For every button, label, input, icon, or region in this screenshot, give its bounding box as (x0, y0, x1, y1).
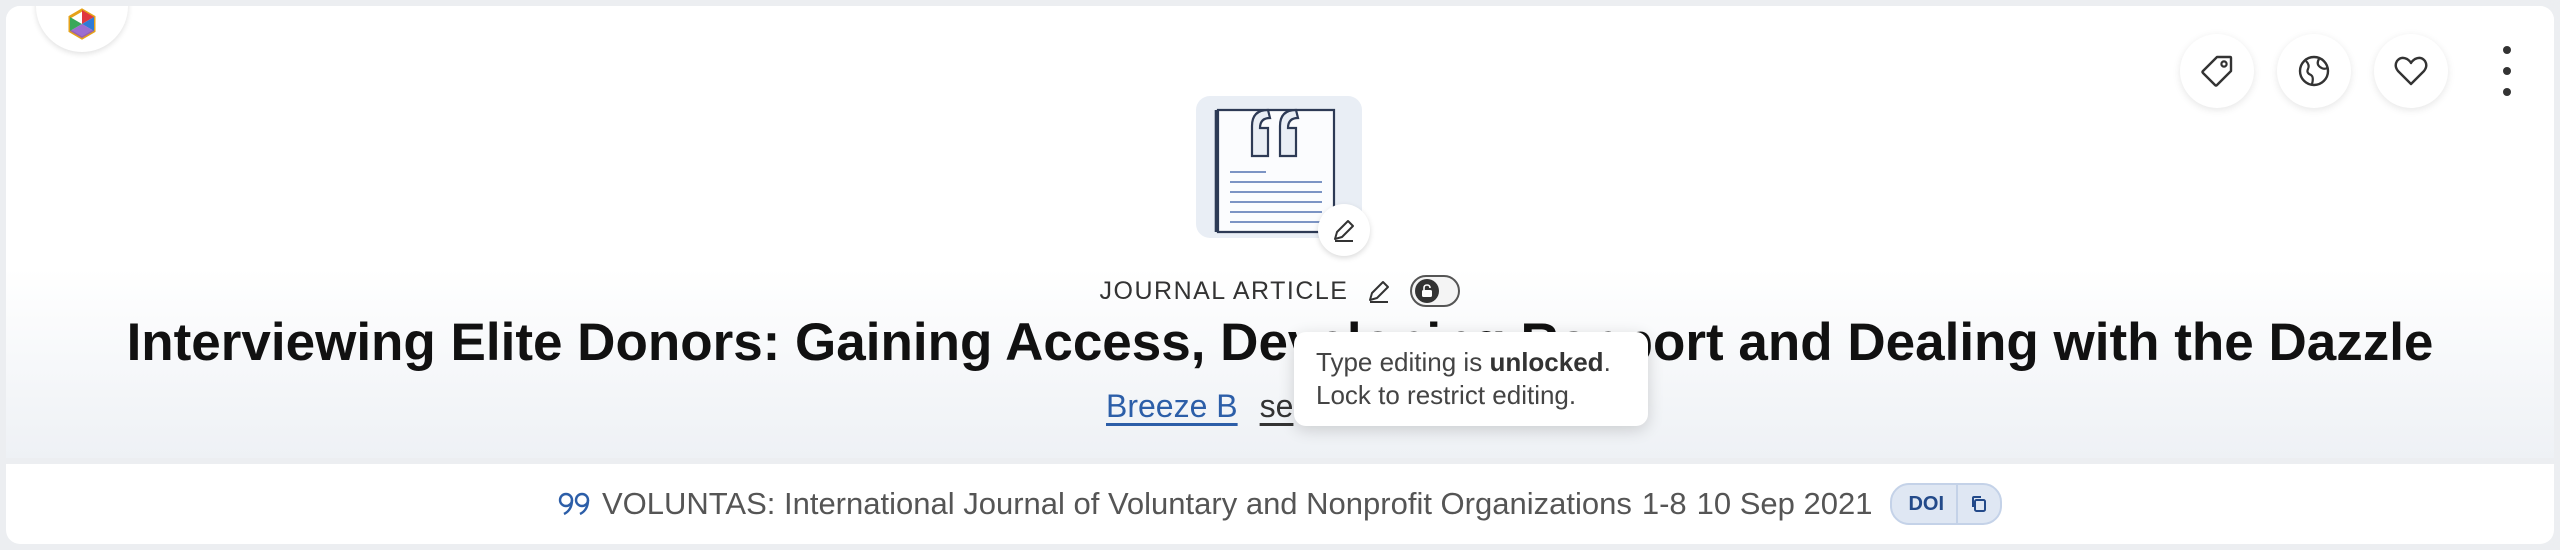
doi-label[interactable]: DOI (1892, 493, 1956, 516)
logo-icon (68, 8, 96, 40)
quote-icon (558, 492, 590, 516)
item-type-label: JOURNAL ARTICLE (1099, 276, 1349, 305)
item-title[interactable]: Interviewing Elite Donors: Gaining Acces… (6, 306, 2554, 380)
citation-row: VOLUNTAS: International Journal of Volun… (6, 464, 2554, 544)
author-link[interactable]: se (1260, 388, 1294, 425)
tooltip-line-2: Lock to restrict editing. (1316, 380, 1577, 410)
edit-thumbnail-button[interactable] (1318, 204, 1370, 256)
item-card: JOURNAL ARTICLE Interviewing Elite Donor… (6, 6, 2554, 544)
tag-button[interactable] (2180, 34, 2254, 108)
more-dot (2503, 46, 2511, 54)
more-vertical-icon[interactable] (2492, 46, 2522, 96)
pencil-icon[interactable] (1366, 278, 1392, 304)
page-range: 1-8 (1641, 486, 1687, 521)
author-list: Breeze B se (1106, 384, 1293, 428)
tag-icon (2201, 55, 2233, 87)
publication-date: 10 Sep 2021 (1696, 486, 1873, 521)
globe-button[interactable] (2277, 34, 2351, 108)
favorite-button[interactable] (2374, 34, 2448, 108)
doi-badge[interactable]: DOI (1890, 483, 2003, 525)
author-link[interactable]: Breeze B (1106, 388, 1238, 425)
journal-name: VOLUNTAS: International Journal of Volun… (601, 486, 1632, 521)
tooltip-line-1: Type editing is unlocked. (1316, 347, 1611, 377)
type-lock-toggle[interactable] (1410, 275, 1461, 307)
copy-icon (1972, 496, 1987, 512)
pencil-icon (1334, 220, 1354, 242)
lock-icon (1415, 279, 1440, 303)
globe-icon (2298, 55, 2330, 87)
copy-doi-button[interactable] (1956, 485, 2000, 523)
lock-tooltip: Type editing is unlocked. Lock to restri… (1294, 332, 1648, 426)
heart-icon (2394, 56, 2428, 86)
more-dot (2503, 88, 2511, 96)
more-dot (2503, 67, 2511, 75)
